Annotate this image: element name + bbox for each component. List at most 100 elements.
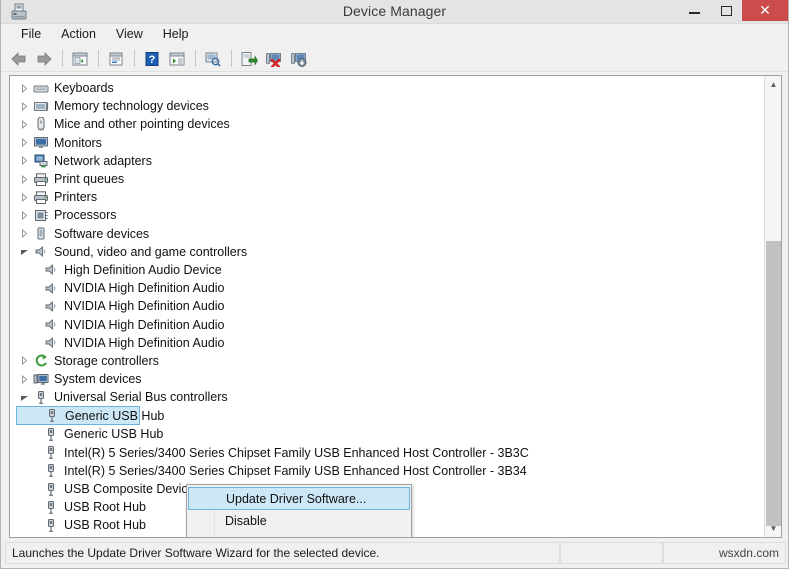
menu-action[interactable]: Action xyxy=(52,25,105,44)
tree-row[interactable]: NVIDIA High Definition Audio xyxy=(16,315,764,333)
show-hide-console-tree-icon[interactable] xyxy=(68,47,92,70)
tree-row[interactable]: Monitors xyxy=(16,134,764,152)
scan-for-hardware-changes-icon[interactable] xyxy=(201,47,225,70)
tree-row-label: System devices xyxy=(54,372,142,387)
status-message: Launches the Update Driver Software Wiza… xyxy=(5,542,560,564)
tree-row[interactable]: Printers xyxy=(16,188,764,206)
chevron-right-icon[interactable] xyxy=(16,171,32,187)
status-bar: Launches the Update Driver Software Wiza… xyxy=(5,542,786,564)
tree-row[interactable]: NVIDIA High Definition Audio xyxy=(16,279,764,297)
chevron-right-icon[interactable] xyxy=(16,98,32,114)
tree-row[interactable]: Memory technology devices xyxy=(16,97,764,115)
toolbar-separator xyxy=(195,50,196,67)
uninstall-device-icon[interactable] xyxy=(262,47,286,70)
tree-row-label: High Definition Audio Device xyxy=(64,262,222,277)
device-manager-window: Device Manager ✕ File Action View Help ?… xyxy=(0,0,789,569)
tree-row-selected[interactable]: Generic USB Hub xyxy=(16,406,164,426)
tree-row[interactable]: High Definition Audio Device xyxy=(16,261,764,279)
usb-icon xyxy=(42,426,60,442)
chevron-right-icon[interactable] xyxy=(16,353,32,369)
tree-row-label: NVIDIA High Definition Audio xyxy=(64,317,225,332)
tree-row[interactable]: Generic USB Hub xyxy=(16,425,764,443)
chevron-right-icon[interactable] xyxy=(16,207,32,223)
minimize-button[interactable] xyxy=(678,0,710,21)
tree-row[interactable]: NVIDIA High Definition Audio xyxy=(16,297,764,315)
disable-device-icon[interactable] xyxy=(287,47,311,70)
tree-row-label: Software devices xyxy=(54,226,150,241)
context-menu[interactable]: Update Driver Software...DisableUninstal… xyxy=(186,484,412,537)
tree-row[interactable]: Software devices xyxy=(16,225,764,243)
view-icon[interactable] xyxy=(165,47,189,70)
tree-row-label: Print queues xyxy=(54,172,125,187)
update-driver-software-icon[interactable] xyxy=(237,47,261,70)
back-icon[interactable] xyxy=(7,47,31,70)
chevron-right-icon[interactable] xyxy=(16,226,32,242)
forward-icon[interactable] xyxy=(32,47,56,70)
toolbar-separator xyxy=(98,50,99,67)
tree-indent-spacer xyxy=(26,499,42,515)
tree-row-label: USB Root Hub xyxy=(64,500,146,515)
tree-row[interactable]: Intel(R) 5 Series/3400 Series Chipset Fa… xyxy=(16,462,764,480)
chevron-right-icon[interactable] xyxy=(16,371,32,387)
properties-icon[interactable] xyxy=(104,47,128,70)
speaker-icon xyxy=(32,244,50,260)
usb-icon xyxy=(42,481,60,497)
tree-indent-spacer xyxy=(26,445,42,461)
scroll-up-icon[interactable]: ▲ xyxy=(765,76,781,93)
tree-row[interactable]: Intel(R) 5 Series/3400 Series Chipset Fa… xyxy=(16,444,764,462)
help-icon[interactable]: ? xyxy=(140,47,164,70)
ctx-uninstall[interactable]: Uninstall xyxy=(187,532,411,537)
tree-indent-spacer xyxy=(26,262,42,278)
chevron-right-icon[interactable] xyxy=(16,116,32,132)
svg-text:?: ? xyxy=(149,54,156,66)
printer-icon xyxy=(32,189,50,205)
chevron-right-icon[interactable] xyxy=(16,135,32,151)
ctx-disable[interactable]: Disable xyxy=(187,510,411,532)
tree-row[interactable]: Network adapters xyxy=(16,152,764,170)
speaker-icon xyxy=(42,262,60,278)
speaker-icon xyxy=(42,298,60,314)
tree-row-label: Processors xyxy=(54,208,117,223)
tree-row[interactable]: Processors xyxy=(16,206,764,224)
memory-device-icon xyxy=(32,98,50,114)
menu-help[interactable]: Help xyxy=(154,25,198,44)
toolbar: ? xyxy=(1,46,788,72)
scrollbar-thumb[interactable] xyxy=(766,241,781,526)
device-tree[interactable]: Keyboards Memory technology devices Mice a… xyxy=(10,79,764,535)
chevron-down-icon[interactable] xyxy=(16,244,32,260)
tree-row[interactable]: Storage controllers xyxy=(16,352,764,370)
title-bar: Device Manager ✕ xyxy=(1,0,788,24)
tree-row[interactable]: Sound, video and game controllers xyxy=(16,243,764,261)
chevron-right-icon[interactable] xyxy=(16,80,32,96)
scroll-down-icon[interactable]: ▼ xyxy=(765,520,781,537)
speaker-icon xyxy=(42,317,60,333)
tree-row-label: Printers xyxy=(54,190,98,205)
vertical-scrollbar[interactable]: ▲ ▼ xyxy=(764,76,781,537)
chevron-down-icon[interactable] xyxy=(16,389,32,405)
tree-row[interactable]: NVIDIA High Definition Audio xyxy=(16,334,764,352)
chevron-right-icon[interactable] xyxy=(16,189,32,205)
tree-row-label: USB Root Hub xyxy=(64,518,146,533)
tree-indent-spacer xyxy=(26,298,42,314)
chevron-right-icon[interactable] xyxy=(16,153,32,169)
keyboard-icon xyxy=(32,80,50,96)
tree-row-label: Monitors xyxy=(54,135,102,150)
tree-row[interactable]: Universal Serial Bus controllers xyxy=(16,388,764,406)
tree-row-label: Network adapters xyxy=(54,153,152,168)
storage-controller-icon xyxy=(32,353,50,369)
speaker-icon xyxy=(42,280,60,296)
ctx-update-driver-software[interactable]: Update Driver Software... xyxy=(188,487,410,510)
usb-icon xyxy=(43,408,61,424)
tree-row[interactable]: Keyboards xyxy=(16,79,764,97)
tree-indent-spacer xyxy=(26,517,42,533)
usb-icon xyxy=(42,517,60,533)
menu-file[interactable]: File xyxy=(12,25,50,44)
tree-row[interactable]: Mice and other pointing devices xyxy=(16,115,764,133)
tree-row[interactable]: System devices xyxy=(16,370,764,388)
maximize-button[interactable] xyxy=(710,0,742,21)
close-button[interactable]: ✕ xyxy=(742,0,788,21)
tree-row[interactable]: Print queues xyxy=(16,170,764,188)
tree-row-label: Storage controllers xyxy=(54,353,159,368)
tree-row-label: NVIDIA High Definition Audio xyxy=(64,335,225,350)
menu-view[interactable]: View xyxy=(107,25,152,44)
